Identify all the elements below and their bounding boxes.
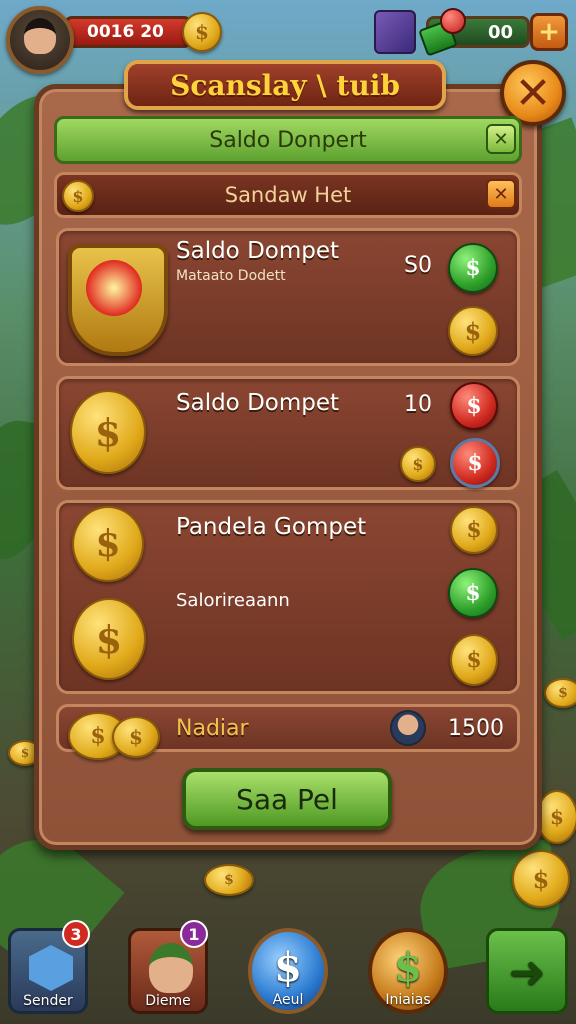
card-3-title: Pandela Gompet: [176, 514, 367, 540]
card-1-subtitle: Mataato Dodett: [176, 268, 286, 284]
coin-icon: $: [536, 790, 576, 844]
coin-icon: $: [544, 678, 576, 708]
coin-counter-value: 0016 20: [87, 22, 164, 42]
big-coin-icon: $: [72, 598, 146, 680]
total-bar-label: Nadiar: [176, 716, 249, 741]
coin-icon: $: [204, 864, 254, 896]
card-3-coin-button[interactable]: $: [450, 506, 498, 554]
card-2-red-blue-coin-button[interactable]: $: [450, 438, 500, 488]
player-avatar[interactable]: [6, 6, 74, 74]
tab-saldo-close-button[interactable]: ✕: [486, 124, 516, 154]
tab-saldo[interactable]: Saldo Donpert: [54, 116, 522, 164]
shield-emblem-icon: [68, 244, 168, 356]
card-1-green-coin-button[interactable]: $: [448, 243, 498, 293]
dollar-icon: $: [274, 944, 302, 991]
tab-sandaw-label: Sandaw Het: [224, 183, 352, 207]
coin-stack-icon: $: [112, 716, 160, 758]
nav-dieme-label: Dieme: [145, 993, 191, 1009]
chest-icon[interactable]: [374, 10, 416, 54]
card-2-title: Saldo Dompet: [176, 390, 340, 416]
save-button[interactable]: Saa Pel: [182, 768, 392, 830]
tab-saldo-label: Saldo Donpert: [209, 127, 367, 153]
card-3-subtitle: Salorireaann: [176, 590, 290, 611]
coin-icon: $: [400, 446, 436, 482]
coin-icon: $: [512, 850, 570, 908]
notification-badge: 1: [180, 920, 208, 948]
helper-avatar-icon: [390, 710, 426, 746]
card-2-value: 10: [404, 392, 432, 417]
total-bar-value: 1500: [448, 716, 504, 741]
coin-icon: $: [182, 12, 222, 52]
card-3-coin-stack-button[interactable]: $: [450, 634, 498, 686]
green-dollar-icon: $: [394, 944, 422, 991]
big-coin-icon: $: [70, 390, 146, 474]
tab-sandaw[interactable]: Sandaw Het: [54, 172, 522, 218]
nav-aeul-label: Aeul: [272, 992, 304, 1008]
ruby-icon: [440, 8, 466, 34]
hexagon-icon: [29, 945, 73, 991]
nav-sender-label: Sender: [23, 993, 73, 1009]
panel-title: Scanslay \ tuib: [124, 60, 446, 110]
add-currency-button[interactable]: +: [530, 13, 568, 51]
nav-iniaias-label: Iniaias: [385, 992, 431, 1008]
gem-counter-value: 00: [487, 21, 513, 43]
notification-badge: 3: [62, 920, 90, 948]
nav-next-button[interactable]: ➜: [486, 928, 568, 1014]
player-face-icon: [24, 18, 56, 54]
coin-icon: $: [62, 180, 94, 212]
card-1-coin-button[interactable]: $: [448, 306, 498, 356]
tab-sandaw-close-button[interactable]: ✕: [486, 179, 516, 209]
nav-iniaias[interactable]: $ Iniaias: [368, 928, 448, 1014]
card-2-red-coin-button[interactable]: $: [450, 382, 498, 430]
card-1-value: S0: [404, 253, 432, 278]
character-icon: [149, 943, 193, 993]
card-3-green-coin-button[interactable]: $: [448, 568, 498, 618]
coin-counter: 0016 20: [64, 16, 192, 48]
big-coin-icon: $: [72, 506, 144, 582]
arrow-right-icon: ➜: [508, 947, 546, 998]
card-1-title: Saldo Dompet: [176, 238, 340, 264]
nav-aeul[interactable]: $ Aeul: [248, 928, 328, 1014]
